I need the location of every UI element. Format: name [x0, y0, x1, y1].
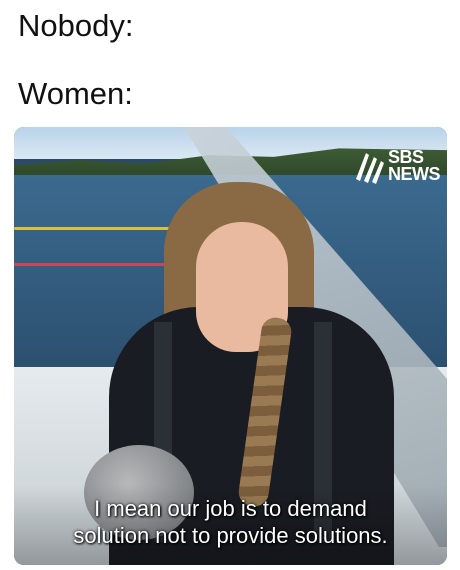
subtitle-line-2: solution not to provide solutions. — [73, 523, 388, 548]
logo-text-news: NEWS — [388, 164, 441, 184]
video-frame: SBS NEWS I mean our job is to demand sol… — [14, 127, 447, 565]
red-rope — [14, 263, 169, 266]
logo-text: SBS NEWS — [388, 148, 441, 184]
yellow-rope — [14, 227, 174, 230]
subtitle-line-1: I mean our job is to demand — [94, 496, 367, 521]
caption-women: Women: — [18, 76, 133, 111]
caption-nobody: Nobody: — [18, 8, 134, 43]
sbs-logo-icon — [356, 153, 384, 184]
